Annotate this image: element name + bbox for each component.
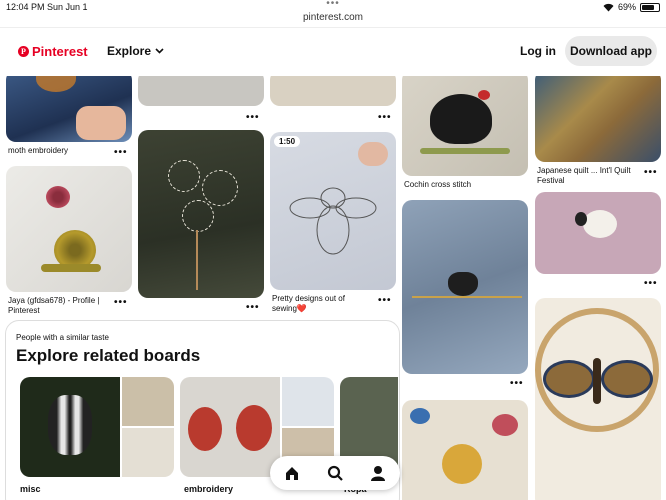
pin-image-butterfly[interactable] [535,298,661,500]
pin-more-button[interactable]: ••• [114,297,128,308]
pin-image-quilt[interactable] [535,76,661,162]
home-icon[interactable] [284,465,300,481]
explore-label: Explore [107,44,152,58]
pin-image-cochin[interactable] [402,76,528,176]
board-misc[interactable] [20,377,174,477]
status-bar: 12:04 PM Sun Jun 1 ••• pinterest.com 69% [0,0,666,26]
explore-menu[interactable]: Explore [107,44,164,58]
pin-more-button[interactable]: ••• [378,295,392,306]
pin-image-snail[interactable] [6,166,132,292]
pin-more-button[interactable]: ••• [644,278,658,289]
board-name[interactable]: misc [20,484,41,494]
pinterest-logo-icon: P [18,46,29,57]
pin-caption[interactable]: moth embroidery [8,146,118,156]
pin-more-button[interactable]: ••• [510,378,524,389]
battery-icon [640,2,660,12]
pin-image-sun-embroidery[interactable] [402,400,528,500]
site-header: P Pinterest Explore Log in Download app [0,27,666,76]
pin-caption[interactable]: Jaya (gfdsa678) - Profile | Pinterest [8,296,116,316]
brand-name: Pinterest [32,44,88,59]
profile-icon[interactable] [370,465,386,481]
pin-caption[interactable]: Cochin cross stitch [404,180,514,190]
pin-image-bee[interactable]: 1:50 [270,132,396,290]
pinterest-logo[interactable]: P Pinterest [18,44,88,59]
pin-image-top[interactable] [138,76,264,106]
video-duration: 1:50 [274,136,301,147]
pin-caption[interactable]: Pretty designs out of sewing❤️ [272,294,372,314]
bottom-nav [270,456,400,490]
related-title: Explore related boards [16,346,201,365]
chevron-down-icon [155,48,164,54]
pin-more-button[interactable]: ••• [644,167,658,178]
wifi-icon [603,3,614,11]
pin-image-sheep[interactable] [535,192,661,274]
battery-percent: 69% [617,2,636,12]
download-app-button[interactable]: Download app [565,36,657,66]
board-name[interactable]: embroidery [184,484,233,494]
pin-caption[interactable]: Japanese quilt ... Int'l Quilt Festival [537,166,647,186]
related-subtitle: People with a similar taste [16,333,109,342]
login-button[interactable]: Log in [520,44,556,58]
pin-more-button[interactable]: ••• [246,112,260,123]
pin-more-button[interactable]: ••• [114,147,128,158]
pin-feed: moth embroidery ••• Jaya (gfdsa678) - Pr… [0,76,666,500]
url-bar[interactable]: pinterest.com [0,12,666,23]
tab-handle-icon[interactable]: ••• [0,0,666,9]
bee-sketch [289,187,377,255]
status-right: 69% [603,2,660,12]
pin-image-dragonfly[interactable] [270,76,396,106]
pin-more-button[interactable]: ••• [378,112,392,123]
pin-image-denim-cat[interactable] [402,200,528,374]
search-icon[interactable] [327,465,343,481]
pin-image-dandelion[interactable] [138,130,264,298]
pin-image-moth[interactable] [6,76,132,142]
pin-more-button[interactable]: ••• [246,302,260,313]
